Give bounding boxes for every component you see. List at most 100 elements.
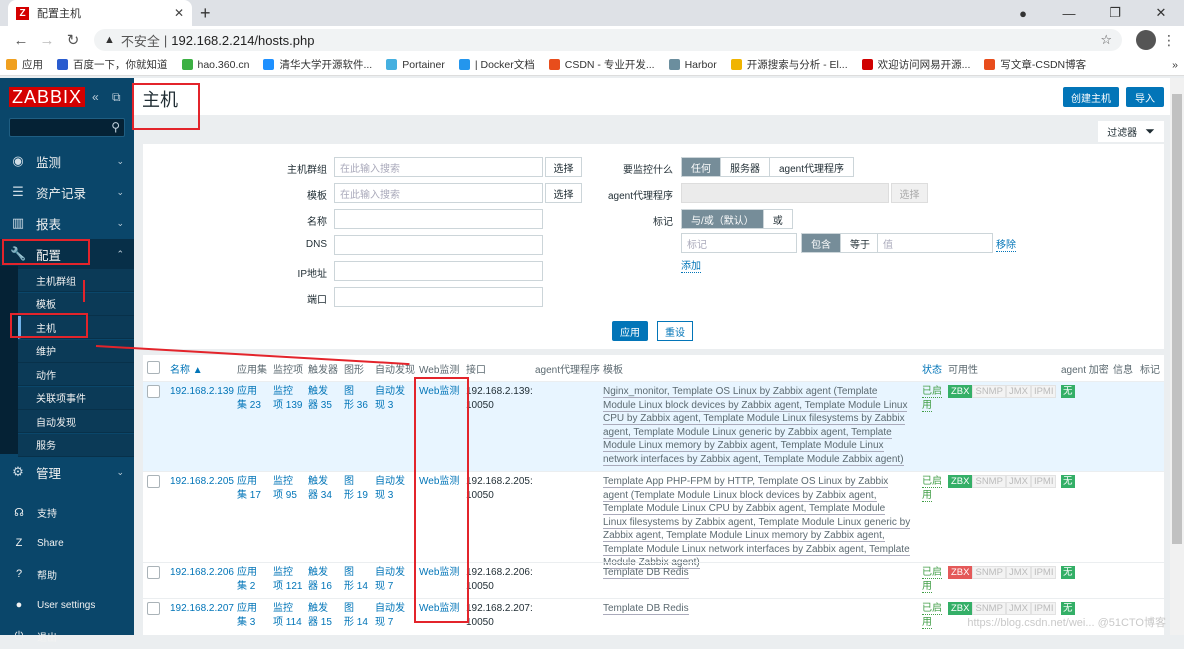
row-checkbox[interactable] [147, 566, 160, 579]
column-header[interactable]: 状态 [922, 355, 942, 381]
sidebar-search-input[interactable]: ⚲ [9, 118, 125, 137]
browser-menu-icon[interactable]: ⋮ [1162, 32, 1176, 49]
bookmark-item[interactable]: Harbor [668, 59, 717, 71]
name-input[interactable] [334, 209, 543, 229]
bookmark-item[interactable]: 写文章-CSDN博客 [984, 57, 1086, 72]
discovery-link[interactable]: 自动发现 7 [375, 567, 405, 592]
templates-list[interactable]: Template App PHP-FPM by HTTP, Template O… [603, 475, 911, 570]
templates-list[interactable]: Template DB Redis [603, 566, 911, 580]
monitored-by-proxy[interactable]: agent代理程序 [770, 158, 853, 176]
graphs-link[interactable]: 图形 19 [344, 476, 368, 501]
forward-icon[interactable]: → [34, 32, 60, 49]
host-name-link[interactable]: 192.168.2.139 [170, 385, 234, 399]
templates-list[interactable]: Nginx_monitor, Template OS Linux by Zabb… [603, 385, 911, 466]
bookmark-item[interactable]: 百度一下，你就知道 [57, 57, 168, 72]
close-window-icon[interactable]: ✕ [1138, 5, 1184, 21]
bookmark-item[interactable]: Portainer [386, 59, 445, 71]
host-group-select-button[interactable]: 选择 [545, 157, 582, 177]
tag-name-input[interactable]: 标记 [681, 233, 797, 253]
sidebar-bottom-item[interactable]: Z Share [0, 530, 134, 556]
applications-link[interactable]: 应用集 3 [237, 603, 257, 628]
bookmark-star-icon[interactable]: ☆ [1100, 32, 1112, 48]
monitored-by-server[interactable]: 服务器 [721, 158, 770, 176]
bookmark-item[interactable]: 开源搜索与分析 - El... [730, 57, 848, 72]
sidebar-item-inventory[interactable]: ☰ 资产记录 ⌄ [0, 177, 134, 207]
row-checkbox[interactable] [147, 385, 160, 398]
page-scrollbar[interactable] [1170, 78, 1184, 635]
tag-operator-contains[interactable]: 包含 [802, 234, 841, 252]
graphs-link[interactable]: 图形 14 [344, 567, 368, 592]
triggers-link[interactable]: 触发器 16 [308, 567, 332, 592]
kiosk-mode-icon[interactable]: ⧉ [112, 90, 121, 105]
bookmark-item[interactable]: 清华大学开源软件... [263, 57, 372, 72]
status-link[interactable]: 已启用 [922, 567, 942, 593]
graphs-link[interactable]: 图形 36 [344, 386, 368, 411]
apply-button[interactable]: 应用 [612, 321, 648, 341]
submenu-item[interactable]: 维护 [18, 339, 134, 363]
sidebar-item-administration[interactable]: ⚙ 管理 ⌄ [0, 457, 134, 487]
bookmark-item[interactable]: 欢迎访问网易开源... [861, 57, 970, 72]
status-link[interactable]: 已启用 [922, 476, 942, 502]
collapse-sidebar-icon[interactable]: « [92, 90, 99, 104]
sidebar-item-monitoring[interactable]: ◉ 监测 ⌄ [0, 146, 134, 176]
triggers-link[interactable]: 触发器 34 [308, 476, 332, 501]
sidebar-bottom-item[interactable]: ● User settings [0, 592, 134, 618]
graphs-link[interactable]: 图形 14 [344, 603, 368, 628]
column-header[interactable]: 名称 ▲ [170, 355, 203, 381]
bookmark-item[interactable]: 应用 [6, 57, 43, 72]
row-checkbox[interactable] [147, 602, 160, 615]
scrollbar-thumb[interactable] [1172, 94, 1182, 544]
discovery-link[interactable]: 自动发现 3 [375, 386, 405, 411]
submenu-item[interactable]: 服务 [18, 433, 134, 457]
template-input[interactable]: 在此输入搜索 [334, 183, 543, 203]
host-name-link[interactable]: 192.168.2.207 [170, 602, 234, 616]
templates-list[interactable]: Template DB Redis [603, 602, 911, 616]
row-checkbox[interactable] [147, 475, 160, 488]
submenu-item[interactable]: 关联项事件 [18, 386, 134, 410]
port-input[interactable] [334, 287, 543, 307]
bookmark-item[interactable]: | Docker文档 [458, 57, 535, 72]
submenu-item[interactable]: 动作 [18, 363, 134, 386]
discovery-link[interactable]: 自动发现 7 [375, 603, 405, 628]
items-link[interactable]: 监控项 95 [273, 476, 297, 501]
applications-link[interactable]: 应用集 17 [237, 476, 261, 501]
template-select-button[interactable]: 选择 [545, 183, 582, 203]
discovery-link[interactable]: 自动发现 3 [375, 476, 405, 501]
status-link[interactable]: 已启用 [922, 603, 942, 629]
tags-or[interactable]: 或 [764, 210, 792, 228]
triggers-link[interactable]: 触发器 35 [308, 386, 332, 411]
back-icon[interactable]: ← [8, 32, 34, 49]
ip-input[interactable] [334, 261, 543, 281]
tag-operator-equals[interactable]: 等于 [841, 234, 879, 252]
host-name-link[interactable]: 192.168.2.206 [170, 566, 234, 580]
close-tab-icon[interactable]: ✕ [174, 6, 184, 20]
monitored-by-any[interactable]: 任何 [682, 158, 721, 176]
host-name-link[interactable]: 192.168.2.205 [170, 475, 234, 489]
zabbix-logo[interactable]: ZABBIX [9, 87, 86, 107]
sidebar-bottom-item[interactable]: ? 帮助 [0, 561, 134, 587]
create-host-button[interactable]: 创建主机 [1063, 87, 1119, 107]
profile-menu-icon[interactable]: ● [1000, 6, 1046, 21]
submenu-item[interactable]: 自动发现 [18, 410, 134, 433]
browser-tab[interactable]: Z 配置主机 ✕ [8, 0, 192, 26]
filter-tab[interactable]: 过滤器 ⏷ [1098, 121, 1164, 142]
items-link[interactable]: 监控项 114 [273, 603, 302, 628]
bookmark-item[interactable]: CSDN - 专业开发... [548, 57, 655, 72]
host-group-input[interactable]: 在此输入搜索 [334, 157, 543, 177]
new-tab-icon[interactable]: + [200, 3, 211, 24]
reload-icon[interactable]: ↻ [60, 31, 86, 49]
import-button[interactable]: 导入 [1126, 87, 1164, 107]
maximize-icon[interactable]: ❐ [1092, 5, 1138, 21]
bookmark-item[interactable]: hao.360.cn [181, 59, 249, 71]
dns-input[interactable] [334, 235, 543, 255]
triggers-link[interactable]: 触发器 15 [308, 603, 332, 628]
more-bookmarks-button[interactable]: » [1172, 59, 1178, 71]
tags-and-or[interactable]: 与/或（默认） [682, 210, 764, 228]
applications-link[interactable]: 应用集 2 [237, 567, 257, 592]
tag-value-input[interactable]: 值 [877, 233, 993, 253]
remove-tag-link[interactable]: 移除 [996, 236, 1016, 252]
account-avatar-icon[interactable] [1136, 30, 1156, 50]
select-all-checkbox[interactable] [147, 361, 160, 374]
sidebar-item-reports[interactable]: ▥ 报表 ⌄ [0, 208, 134, 238]
submenu-item[interactable]: 主机群组 [18, 269, 134, 292]
